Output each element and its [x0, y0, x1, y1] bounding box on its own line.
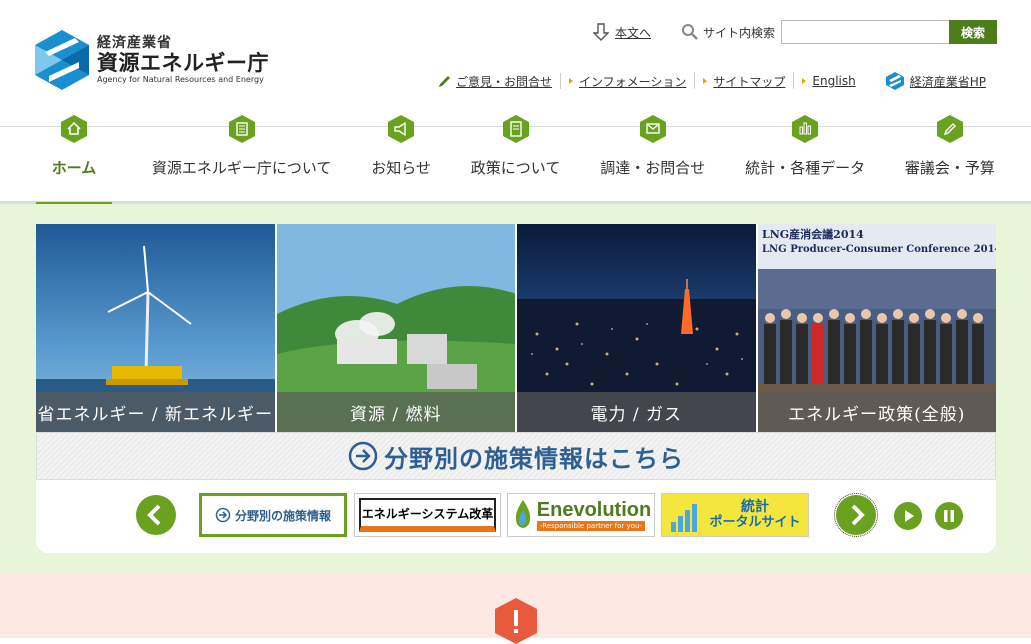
nav-item-about[interactable]: 資源エネルギー庁について	[151, 115, 332, 202]
search-input[interactable]	[781, 20, 949, 44]
divider	[559, 73, 561, 89]
carousel-item-policy-info[interactable]: 分野別の施策情報	[199, 493, 347, 537]
stats-portal-line1: 統計	[740, 499, 769, 515]
carousel-pause-button[interactable]	[935, 502, 963, 530]
energy-reform-badge: エネルギーシステム改革	[359, 498, 496, 532]
divider	[694, 73, 696, 89]
banner-label: 分野別の施策情報はこちら	[384, 443, 684, 473]
sitemap-link-label: サイトマップ	[713, 74, 786, 89]
nav-label: 統計・各種データ	[745, 159, 866, 177]
pencil-icon	[936, 115, 963, 143]
search-icon	[681, 24, 698, 40]
warning-icon	[495, 598, 537, 644]
carousel-item-energy-system-reform[interactable]: エネルギーシステム改革	[354, 493, 501, 537]
important-notice-area	[0, 574, 1031, 644]
nav-item-contact[interactable]: 調達・お問合せ	[600, 115, 706, 202]
conference-title-jp: LNG産消会議2014	[762, 227, 864, 241]
search-button[interactable]: 検索	[949, 20, 997, 44]
arrow-down-icon	[592, 23, 609, 41]
sitemap-link[interactable]: サイトマップ	[703, 73, 785, 90]
pause-icon	[944, 510, 954, 522]
banner-carousel: 分野別の施策情報 エネルギーシステム改革 Enevolution -Respon…	[36, 482, 996, 552]
ministry-name: 経済産業省	[97, 35, 172, 51]
conference-title-en: LNG Producer-Consumer Conference 2014	[762, 244, 997, 255]
meti-logo-icon	[885, 72, 904, 90]
nav-item-home[interactable]: ホーム	[36, 115, 112, 205]
carousel-next-button[interactable]	[834, 493, 878, 537]
carousel-item-label: エネルギーシステム改革	[361, 506, 494, 521]
circle-arrow-right-icon	[215, 507, 231, 523]
carousel-play-button[interactable]	[894, 502, 922, 530]
main-visual-area: 省エネルギー / 新エネルギー 資源 / 燃料 電力 / ガス LNG産消会議2…	[0, 204, 1031, 574]
english-link[interactable]: English	[802, 74, 856, 88]
carousel-prev-button[interactable]	[136, 495, 176, 535]
chevron-left-icon	[147, 504, 161, 526]
tile-electricity-gas[interactable]: 電力 / ガス	[517, 224, 756, 432]
home-icon	[61, 115, 87, 143]
nav-item-policy[interactable]: 政策について	[470, 115, 561, 202]
play-icon	[905, 510, 914, 522]
megaphone-icon	[388, 115, 415, 143]
meti-link-label: 経済産業省HP	[909, 74, 986, 89]
policy-info-banner[interactable]: 分野別の施策情報はこちら	[36, 432, 996, 480]
search-label: サイト内検索	[681, 23, 775, 41]
nav-label: 政策について	[470, 159, 561, 177]
circle-arrow-right-icon	[348, 441, 378, 471]
carousel-item-label: 分野別の施策情報	[234, 508, 331, 523]
tile-caption: エネルギー政策(全般)	[757, 392, 996, 432]
agency-english-name: Agency for Natural Resources and Energy	[97, 75, 264, 84]
site-logo[interactable]: 経済産業省 資源エネルギー庁 Agency for Natural Resour…	[35, 30, 269, 90]
information-link[interactable]: インフォメーション	[568, 73, 687, 90]
tile-caption: 省エネルギー / 新エネルギー	[36, 392, 275, 432]
nav-label: 調達・お問合せ	[600, 159, 706, 177]
nav-label: ホーム	[51, 159, 97, 177]
information-link-label: インフォメーション	[578, 74, 687, 89]
bar-chart-icon	[792, 115, 819, 143]
nav-label: 審議会・予算	[904, 159, 995, 177]
envelope-icon	[639, 115, 666, 143]
feedback-link-label: ご意見・お問合せ	[455, 74, 552, 89]
tile-resources-fuel[interactable]: 資源 / 燃料	[276, 224, 515, 432]
flame-drop-icon	[515, 500, 530, 528]
nav-label: お知らせ	[371, 159, 431, 177]
tile-energy-conservation[interactable]: 省エネルギー / 新エネルギー	[36, 224, 275, 432]
skip-to-content-link[interactable]: 本文へ	[592, 23, 651, 41]
triangle-bullet-icon	[802, 78, 807, 84]
nav-item-council[interactable]: 審議会・予算	[904, 115, 995, 202]
tile-energy-policy[interactable]: LNG産消会議2014 LNG Producer-Consumer Confer…	[757, 224, 997, 432]
chevron-right-icon	[851, 504, 865, 526]
site-header: 経済産業省 資源エネルギー庁 Agency for Natural Resour…	[0, 0, 1031, 126]
triangle-bullet-icon	[703, 78, 708, 84]
top-utility: 本文へ サイト内検索 検索	[592, 20, 997, 44]
document-icon	[502, 115, 529, 143]
enevolution-tagline: -Responsible partner for you-	[536, 521, 645, 531]
carousel-item-enevolution[interactable]: Enevolution -Responsible partner for you…	[507, 493, 655, 537]
tile-caption: 電力 / ガス	[517, 392, 756, 432]
feature-panel: 省エネルギー / 新エネルギー 資源 / 燃料 電力 / ガス LNG産消会議2…	[36, 224, 996, 553]
building-icon	[228, 115, 255, 143]
stats-portal-line2: ポータルサイト	[709, 515, 801, 530]
meti-homepage-link[interactable]: 経済産業省HP	[885, 72, 986, 90]
english-link-label: English	[812, 74, 856, 88]
nav-item-statistics[interactable]: 統計・各種データ	[745, 115, 866, 202]
agency-name: 資源エネルギー庁	[97, 51, 269, 75]
feedback-link[interactable]: ご意見・お問合せ	[438, 73, 552, 90]
nav-item-news[interactable]: お知らせ	[371, 115, 431, 202]
bar-chart-icon	[671, 504, 698, 532]
divider	[793, 73, 795, 89]
global-nav: ホーム 資源エネルギー庁について お知らせ 政策について 調達・お問合せ 統計・…	[0, 115, 1031, 205]
skip-link-label: 本文へ	[614, 25, 651, 40]
agency-logo-icon	[35, 30, 89, 90]
tile-caption: 資源 / 燃料	[276, 392, 515, 432]
category-tiles: 省エネルギー / 新エネルギー 資源 / 燃料 電力 / ガス LNG産消会議2…	[36, 224, 996, 432]
sub-utility-links: ご意見・お問合せ インフォメーション サイトマップ English 経済産業省H…	[438, 72, 986, 90]
carousel-item-statistics-portal[interactable]: 統計 ポータルサイト	[661, 493, 809, 537]
enevolution-brand: Enevolution	[536, 499, 652, 521]
pencil-icon	[438, 76, 450, 87]
search-label-text: サイト内検索	[702, 25, 775, 40]
triangle-bullet-icon	[568, 78, 573, 84]
nav-label: 資源エネルギー庁について	[151, 159, 332, 177]
